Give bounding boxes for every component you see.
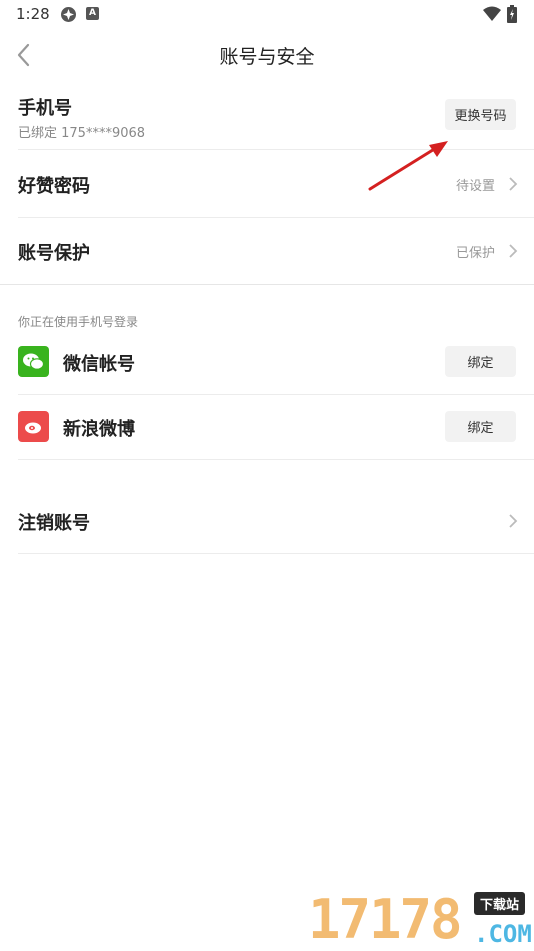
- status-bar: 1:28 A: [0, 0, 534, 30]
- cancel-account-title: 注销账号: [18, 513, 90, 534]
- page-title: 账号与安全: [219, 46, 315, 68]
- login-method-label: 你正在使用手机号登录: [18, 315, 139, 329]
- bind-weibo-button[interactable]: 绑定: [445, 411, 516, 442]
- watermark-tag: 下载站: [474, 892, 526, 915]
- weibo-label: 新浪微博: [63, 419, 135, 440]
- app-notification-icon: A: [86, 7, 99, 20]
- chevron-right-icon: [509, 177, 518, 191]
- password-status: 待设置: [456, 179, 496, 194]
- battery-icon: [507, 5, 517, 23]
- watermark-digits: 17178: [308, 888, 463, 951]
- settings-icon: [61, 7, 76, 22]
- password-title: 好赞密码: [18, 176, 90, 197]
- watermark-domain: .COM: [474, 920, 532, 948]
- phone-title: 手机号: [18, 98, 72, 119]
- protection-status: 已保护: [456, 246, 496, 261]
- chevron-right-icon: [509, 514, 518, 528]
- section-divider: [0, 284, 534, 285]
- protection-title: 账号保护: [18, 243, 90, 264]
- phone-number: 已绑定 175****9068: [18, 126, 146, 141]
- site-watermark: 17178 下载站 .COM: [308, 886, 534, 951]
- wechat-icon: [18, 346, 49, 377]
- password-row[interactable]: 好赞密码 待设置: [18, 150, 534, 218]
- change-number-button[interactable]: 更换号码: [445, 99, 516, 130]
- status-time: 1:28: [16, 5, 50, 23]
- weibo-icon: [18, 411, 49, 442]
- bind-wechat-button[interactable]: 绑定: [445, 346, 516, 377]
- wechat-label: 微信帐号: [63, 354, 135, 375]
- chevron-right-icon: [509, 244, 518, 258]
- wechat-row: 微信帐号 绑定: [18, 330, 534, 395]
- cancel-account-row[interactable]: 注销账号: [18, 487, 534, 554]
- phone-row: 手机号 已绑定 175****9068 更换号码: [18, 80, 534, 150]
- header: 账号与安全: [0, 30, 534, 80]
- protection-row[interactable]: 账号保护 已保护: [18, 218, 534, 284]
- wifi-icon: [483, 6, 501, 21]
- weibo-row: 新浪微博 绑定: [18, 395, 534, 460]
